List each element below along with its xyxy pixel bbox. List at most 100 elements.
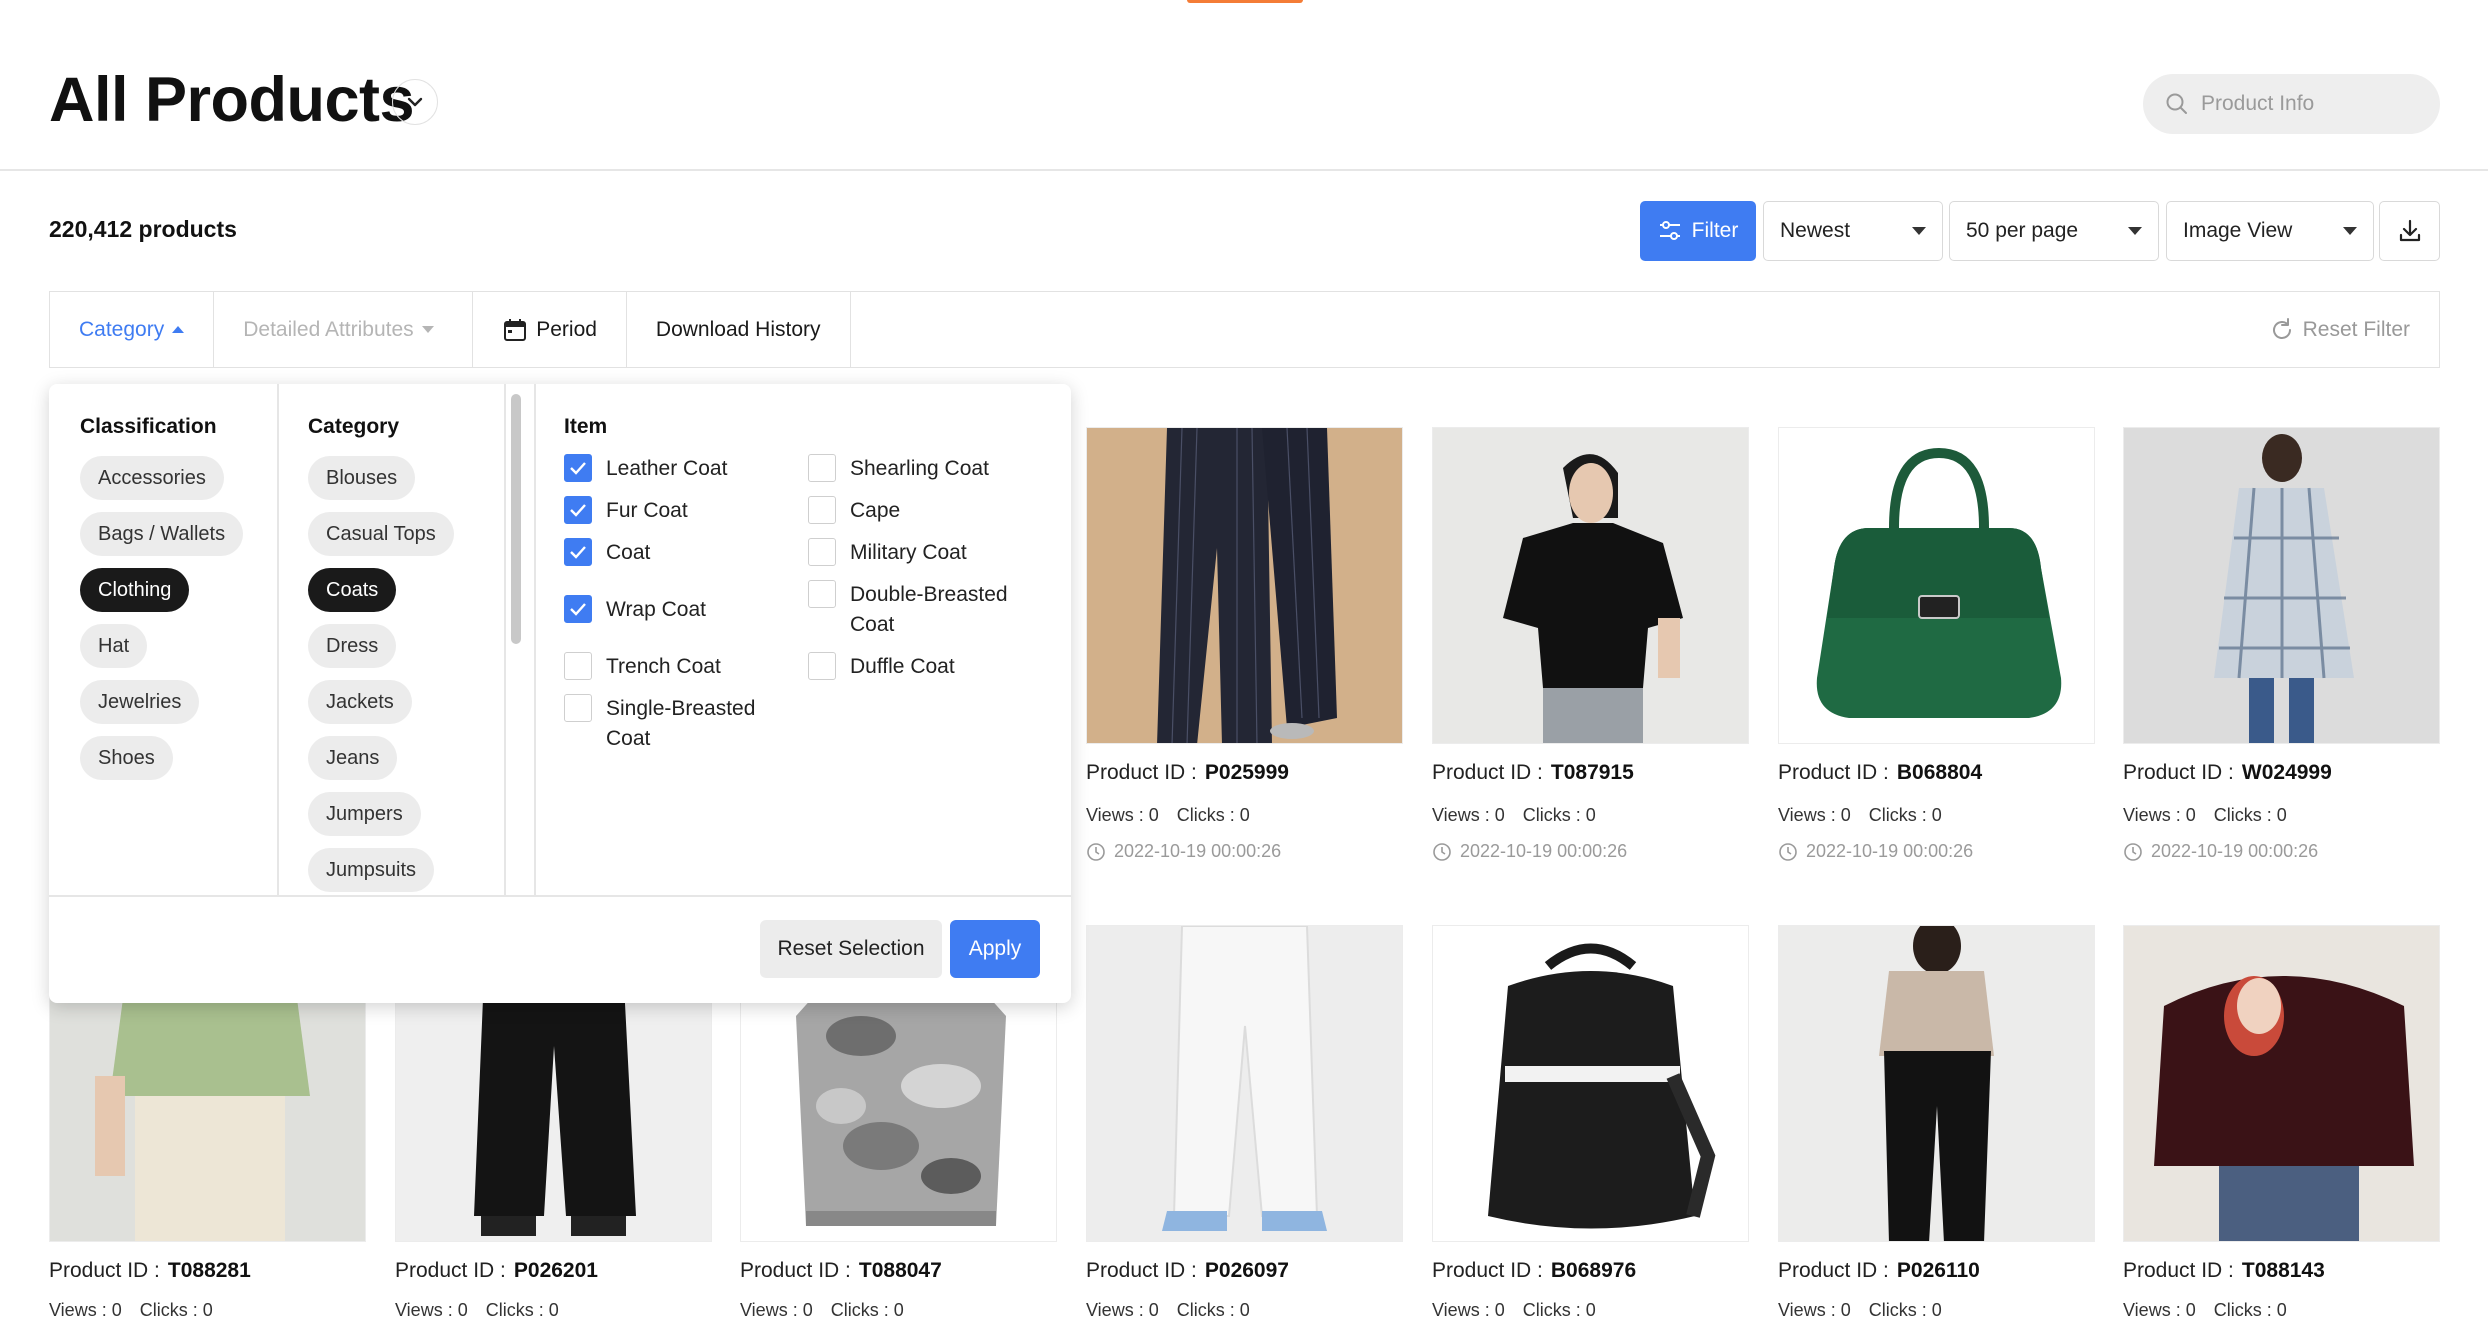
checkbox[interactable] [808, 652, 836, 680]
product-card[interactable]: Product ID : B068804 Views : 0 Clicks : 0 … [1778, 427, 2095, 861]
chip-hat[interactable]: Hat [80, 624, 148, 668]
chip-jeans[interactable]: Jeans [308, 736, 398, 780]
caret-down-icon [2343, 227, 2357, 235]
timestamp-value: 2022-10-19 00:00:26 [2151, 841, 2319, 861]
product-image-black-backpack[interactable] [1432, 925, 1749, 1242]
column-divider [277, 384, 279, 895]
product-image-green-handbag[interactable] [1778, 427, 2095, 744]
filter-button[interactable]: Filter [1640, 201, 1756, 261]
chip-blouses[interactable]: Blouses [308, 456, 416, 500]
tab-detailed-attributes[interactable]: Detailed Attributes [214, 292, 474, 367]
download-button[interactable] [2379, 201, 2440, 261]
timestamp-value: 2022-10-19 00:00:26 [1460, 841, 1628, 861]
item-military-coat[interactable]: Military Coat [808, 538, 967, 568]
product-id-label: Product ID : [1086, 1259, 1197, 1282]
item-label: Trench Coat [606, 655, 721, 678]
checkbox[interactable] [564, 652, 592, 680]
product-stats: Views : 0 Clicks : 0 [740, 1300, 904, 1321]
product-card[interactable]: Product ID : B068976 Views : 0 Clicks : 0 [1432, 925, 1749, 1320]
per-page-select[interactable]: 50 per page [1949, 201, 2159, 261]
checkbox[interactable] [808, 454, 836, 482]
chip-jumpsuits[interactable]: Jumpsuits [308, 848, 435, 892]
chip-casual-tops[interactable]: Casual Tops [308, 512, 454, 556]
item-fur-coat[interactable]: Fur Coat [564, 496, 688, 526]
checkbox[interactable] [808, 538, 836, 566]
category-scrollbar[interactable] [511, 394, 521, 644]
column-divider [534, 384, 536, 895]
chip-jumpers[interactable]: Jumpers [308, 792, 421, 836]
title-dropdown-button[interactable] [392, 79, 438, 125]
views-count: Views : 0 [1778, 805, 1851, 825]
chip-jackets[interactable]: Jackets [308, 680, 412, 724]
product-card[interactable]: Product ID : P026110 Views : 0 Clicks : 0 [1778, 925, 2095, 1320]
product-stats: Views : 0 Clicks : 0 [49, 1300, 213, 1321]
product-image-plaid-dress[interactable] [2123, 427, 2440, 744]
chip-bags-wallets[interactable]: Bags / Wallets [80, 512, 244, 556]
checkbox[interactable] [564, 454, 592, 482]
product-id-label: Product ID : [49, 1259, 160, 1282]
sort-select[interactable]: Newest [1763, 201, 1943, 261]
product-id: Product ID : W024999 [2123, 761, 2332, 785]
reset-filter-button[interactable]: Reset Filter [2240, 292, 2439, 367]
item-single-breasted-coat[interactable]: Single-Breasted Coat [564, 694, 784, 754]
product-id-value: T088047 [858, 1259, 942, 1282]
checkbox[interactable] [564, 538, 592, 566]
chip-coats[interactable]: Coats [308, 568, 397, 612]
chevron-down-icon [407, 97, 423, 107]
checkbox[interactable] [564, 496, 592, 524]
chip-dress[interactable]: Dress [308, 624, 397, 668]
item-double-breasted-coat[interactable]: Double-Breasted Coat [808, 580, 1038, 640]
product-image-black-tshirt[interactable] [1432, 427, 1749, 744]
chip-shoes[interactable]: Shoes [80, 736, 173, 780]
product-card[interactable]: Product ID : T088143 Views : 0 Clicks : 0 [2123, 925, 2440, 1320]
search-box[interactable] [2143, 74, 2440, 134]
product-timestamp: 2022-10-19 00:00:26 [1778, 841, 1973, 862]
clicks-count: Clicks : 0 [1522, 805, 1596, 825]
product-id-label: Product ID : [740, 1259, 851, 1282]
product-id-value: P026201 [513, 1259, 598, 1282]
product-card[interactable]: Product ID : P025999 Views : 0 Clicks : 0 … [1086, 427, 1403, 861]
product-card[interactable]: Product ID : W024999 Views : 0 Clicks : 0 … [2123, 427, 2440, 861]
chip-accessories[interactable]: Accessories [80, 456, 224, 500]
views-count: Views : 0 [2123, 1300, 2196, 1320]
product-image-burgundy-hoodie[interactable] [2123, 925, 2440, 1242]
item-trench-coat[interactable]: Trench Coat [564, 652, 721, 682]
product-id-label: Product ID : [1778, 1259, 1889, 1282]
tab-period[interactable]: Period [473, 292, 627, 367]
item-shearling-coat[interactable]: Shearling Coat [808, 454, 989, 484]
category-dropdown: Classification Accessories Bags / Wallet… [49, 384, 1071, 1003]
sliders-icon [1659, 221, 1680, 240]
item-leather-coat[interactable]: Leather Coat [564, 454, 727, 484]
checkbox[interactable] [564, 694, 592, 722]
checkbox[interactable] [808, 580, 836, 608]
timestamp-value: 2022-10-19 00:00:26 [1114, 841, 1282, 861]
product-image-white-jeans[interactable] [1086, 925, 1403, 1242]
item-wrap-coat[interactable]: Wrap Coat [564, 595, 706, 625]
product-id-value: W024999 [2241, 761, 2332, 784]
chip-jewelries[interactable]: Jewelries [80, 680, 200, 724]
product-image-striped-trousers[interactable] [1086, 427, 1403, 744]
tab-category-label: Category [79, 317, 165, 341]
item-duffle-coat[interactable]: Duffle Coat [808, 652, 955, 682]
item-coat[interactable]: Coat [564, 538, 650, 568]
chip-clothing[interactable]: Clothing [80, 568, 190, 612]
item-label: Duffle Coat [850, 655, 955, 678]
tab-category[interactable]: Category [50, 292, 215, 367]
view-select[interactable]: Image View [2166, 201, 2374, 261]
calendar-icon [504, 318, 527, 341]
product-card[interactable]: Product ID : P026097 Views : 0 Clicks : 0 [1086, 925, 1403, 1320]
search-input[interactable] [2201, 92, 2421, 116]
product-timestamp: 2022-10-19 00:00:26 [1086, 841, 1281, 862]
checkbox[interactable] [564, 595, 592, 623]
apply-button[interactable]: Apply [950, 920, 1040, 978]
tab-download-history[interactable]: Download History [627, 292, 851, 367]
product-image-black-trousers[interactable] [1778, 925, 2095, 1242]
product-card[interactable]: Product ID : T087915 Views : 0 Clicks : 0 … [1432, 427, 1749, 861]
checkbox[interactable] [808, 496, 836, 524]
item-label: Double-Breasted Coat [850, 583, 1008, 636]
product-id: Product ID : P026097 [1086, 1259, 1289, 1283]
item-cape[interactable]: Cape [808, 496, 900, 526]
per-page-select-value: 50 per page [1966, 219, 2079, 242]
reset-selection-button[interactable]: Reset Selection [760, 920, 942, 978]
clock-icon [1087, 842, 1105, 861]
